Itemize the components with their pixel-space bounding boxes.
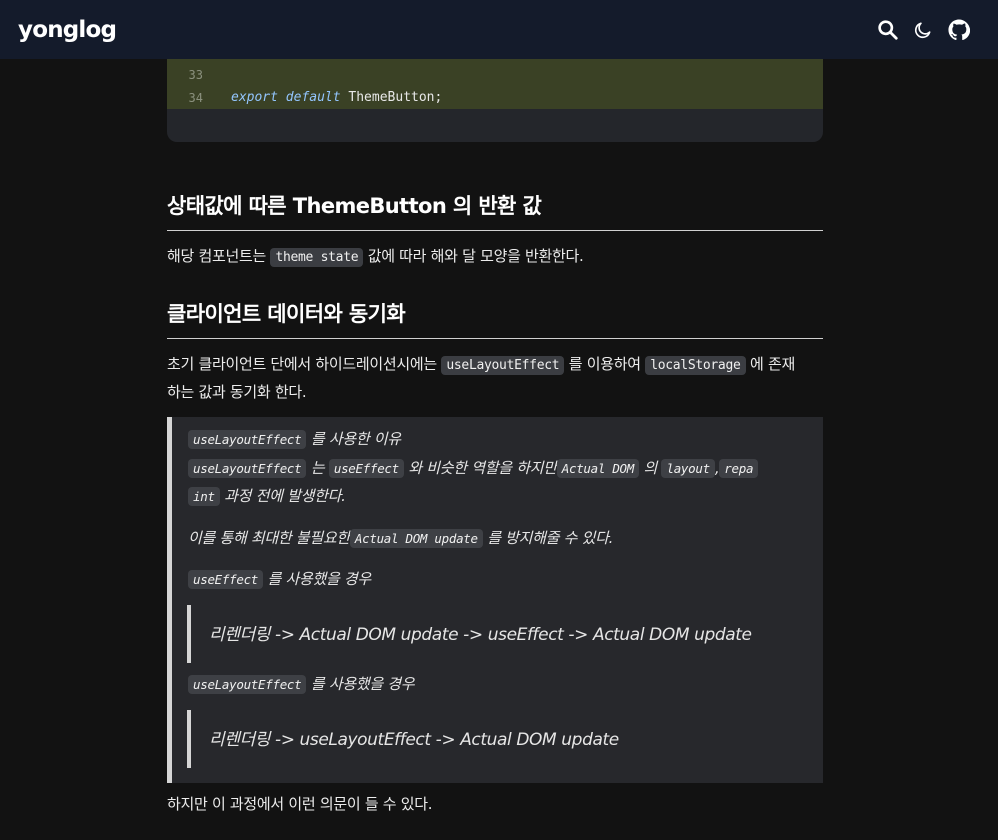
code-identifier: ThemeButton; [348, 90, 443, 105]
section-heading: 클라이언트 데이터와 동기화 [167, 298, 823, 339]
line-number: 33 [188, 68, 203, 82]
inline-code: useLayoutEffect [441, 356, 565, 375]
inline-code: layout [661, 459, 715, 478]
text: 를 사용한 이유 [310, 430, 401, 448]
nested-blockquote: 리렌더링 -> useLayoutEffect -> Actual DOM up… [187, 710, 807, 768]
text: 를 사용했을 경우 [310, 675, 415, 693]
inline-code: localStorage [645, 356, 746, 375]
text: 의 [643, 459, 657, 477]
inline-code: int [188, 487, 220, 506]
header-actions [862, 18, 970, 41]
quote-line: useEffect 를 사용했을 경우 [188, 565, 808, 594]
inline-code: theme state [270, 248, 364, 267]
inline-code: useLayoutEffect [188, 459, 307, 478]
text: 를 이용하여 [568, 355, 641, 373]
text: 초기 클라이언트 단에서 하이드레이션시에는 [167, 355, 437, 373]
text: 이를 통해 최대한 불필요한 [188, 529, 350, 547]
blockquote: useLayoutEffect 를 사용한 이유 useLayoutEffect… [167, 417, 823, 783]
flow-text: 리렌더링 -> useLayoutEffect -> Actual DOM up… [209, 730, 619, 750]
flow-text: 리렌더링 -> Actual DOM update -> useEffect -… [209, 625, 752, 645]
section-heading: 상태값에 따른 ThemeButton 의 반환 값 [167, 190, 823, 231]
quote-line: 이를 통해 최대한 불필요한 Actual DOM update 를 방지해줄 수… [188, 524, 808, 553]
inline-code: useEffect [188, 570, 264, 589]
inline-code: Actual DOM update [349, 529, 483, 548]
site-logo[interactable]: yonglog [18, 17, 117, 43]
inline-code: useLayoutEffect [188, 675, 307, 694]
text: 값에 따라 해와 달 모양을 반환한다. [367, 247, 584, 265]
line-number: 34 [188, 91, 203, 105]
text: 하는 값과 동기화 한다. [167, 383, 307, 401]
search-icon[interactable] [876, 19, 898, 41]
inline-code: useLayoutEffect [188, 430, 307, 449]
nested-blockquote: 리렌더링 -> Actual DOM update -> useEffect -… [187, 605, 807, 663]
quote-line: int 과정 전에 발생한다. [188, 482, 808, 511]
paragraph: 하지만 이 과정에서 이런 의문이 들 수 있다. [167, 795, 433, 813]
quote-line: useLayoutEffect 는 useEffect 와 비슷한 역할을 하지… [188, 454, 808, 483]
text: 과정 전에 발생한다. [224, 487, 346, 505]
inline-code: useEffect [328, 459, 404, 478]
code-text: export default ThemeButton; [231, 87, 442, 109]
paragraph: 초기 클라이언트 단에서 하이드레이션시에는 useLayoutEffect 를… [167, 351, 823, 406]
inline-code: Actual DOM [556, 459, 640, 478]
moon-icon[interactable] [912, 19, 934, 41]
text: 와 비슷한 역할을 하지만 [408, 459, 557, 477]
text: 를 방지해줄 수 있다. [487, 529, 614, 547]
quote-line: useLayoutEffect 를 사용한 이유 [188, 425, 808, 454]
text: 에 존재 [749, 355, 795, 373]
github-icon[interactable] [948, 18, 970, 41]
quote-line: useLayoutEffect 를 사용했을 경우 [188, 670, 808, 699]
site-header: yonglog [0, 0, 998, 59]
code-keyword: export default [231, 90, 341, 105]
text: 는 [310, 459, 325, 477]
text: 해당 컴포넌트는 [167, 247, 266, 265]
inline-code: repa [719, 459, 759, 478]
paragraph: 해당 컴포넌트는 theme state 값에 따라 해와 달 모양을 반환한다… [167, 243, 823, 271]
text: 를 사용했을 경우 [267, 570, 372, 588]
